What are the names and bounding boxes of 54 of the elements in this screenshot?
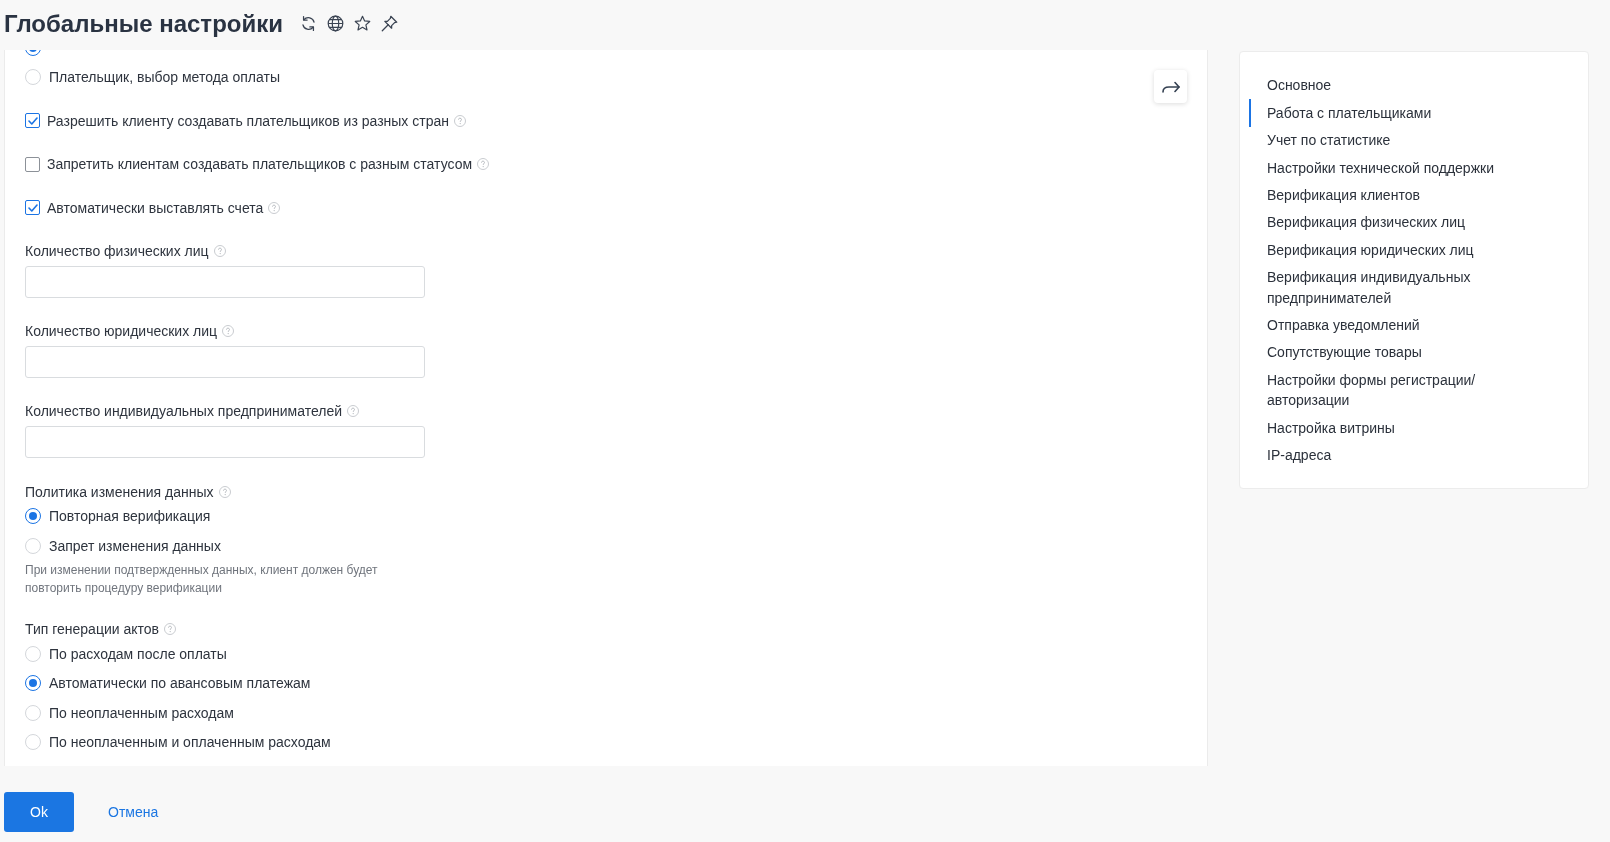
option-label: По неоплаченным и оплаченным расходам [49,733,331,753]
field-label: Количество юридических лиц [25,322,218,339]
nav-item[interactable]: Верификация индивидуальных предпринимателей [1249,263,1539,312]
number-field[interactable] [25,345,425,378]
nav-item[interactable]: Настройки формы регистрации/ авторизации [1249,366,1539,415]
help-icon[interactable] [347,404,360,417]
group-label: Политика изменения данных [25,483,214,500]
radio-button[interactable] [25,508,41,525]
nav-item[interactable]: Отправка уведомлений [1249,311,1539,339]
nav-item[interactable]: Работа с плательщиками [1249,99,1539,127]
group-label: Тип генерации актов [25,620,159,637]
option-label: По неоплаченным расходам [49,703,234,723]
help-icon[interactable] [218,485,231,498]
checkbox-label: Разрешить клиенту создавать плательщиков из разных стран [47,111,449,131]
nav-item[interactable]: Учет по статистике [1249,126,1539,155]
option-label: Повторная верификация [49,507,211,527]
nav-item[interactable]: Верификация клиентов [1249,181,1539,209]
cancel-link[interactable]: Отмена [108,802,159,822]
number-field[interactable] [25,425,425,458]
checkbox-label: Запретить клиентам создавать плательщиков с разным статусом [47,155,473,175]
refresh-icon[interactable] [299,15,317,32]
nav-item[interactable]: Верификация физических лиц [1249,208,1539,237]
field-label: Количество физических лиц [25,242,209,259]
page-title: Глобальные настройки [4,8,283,39]
nav-item[interactable]: Сопутствующие товары [1249,338,1539,367]
help-icon[interactable] [222,324,235,337]
help-icon[interactable] [213,244,226,257]
option-label: Запрет изменения данных [49,537,221,557]
nav-item[interactable]: Настройка витрины [1249,414,1539,442]
help-icon[interactable] [164,622,176,635]
help-icon[interactable] [453,114,466,127]
radio-button[interactable] [25,675,41,692]
checkbox[interactable] [25,200,40,216]
option-label: По расходам после оплаты [49,644,227,664]
nav-item[interactable]: IP-адреса [1249,441,1539,469]
number-field[interactable] [25,265,425,298]
option-label: Плательщик, выбор метода оплаты [49,68,280,88]
star-icon[interactable] [353,15,371,32]
checkbox[interactable] [25,113,40,129]
hint-text: При изменении подтвержденных данных, клиент должен будет повторить процедуру верификации [25,561,379,597]
checkbox-label: Автоматически выставлять счета [47,198,264,218]
pin-icon[interactable] [380,15,398,32]
field-label: Количество индивидуальных предпринимателей [25,402,343,419]
globe-icon[interactable] [326,15,344,32]
arrow-right-icon [1161,80,1180,93]
checkbox[interactable] [25,156,40,172]
ok-button[interactable]: Ok [4,792,74,832]
nav-item[interactable]: Основное [1249,72,1539,100]
nav-item[interactable]: Верификация юридических лиц [1249,236,1539,264]
nav-item[interactable]: Настройки технической поддержки [1249,154,1539,182]
option-label: Автоматически по авансовым платежам [49,674,311,694]
arrow-button[interactable] [1154,70,1187,103]
help-icon[interactable] [268,201,281,214]
help-icon[interactable] [477,158,490,171]
